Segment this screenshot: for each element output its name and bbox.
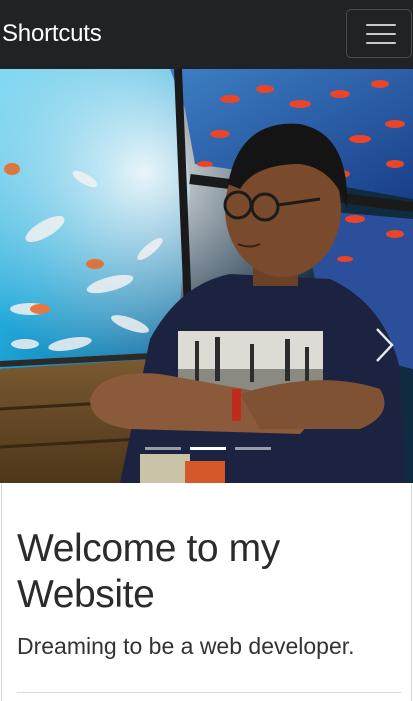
page: Shortcuts Welcome to my Website Dreaming… [0, 0, 413, 701]
chevron-right-icon [376, 328, 394, 362]
navbar-brand[interactable]: Shortcuts [2, 18, 102, 50]
navbar: Shortcuts [0, 0, 413, 69]
content-right-border [411, 483, 412, 701]
horizontal-divider [17, 692, 401, 693]
carousel-indicators [0, 447, 413, 453]
carousel-indicator-3[interactable] [235, 447, 271, 450]
image-carousel[interactable] [0, 69, 413, 483]
navbar-toggler-button[interactable] [346, 9, 412, 58]
lead-text: Dreaming to be a web developer. [17, 633, 355, 659]
content-left-border [1, 483, 2, 701]
carousel-indicator-2[interactable] [190, 447, 226, 450]
profile-photo [0, 69, 413, 483]
carousel-indicator-1[interactable] [145, 447, 181, 450]
welcome-heading: Welcome to my Website [17, 527, 280, 616]
carousel-next-button[interactable] [366, 325, 402, 365]
